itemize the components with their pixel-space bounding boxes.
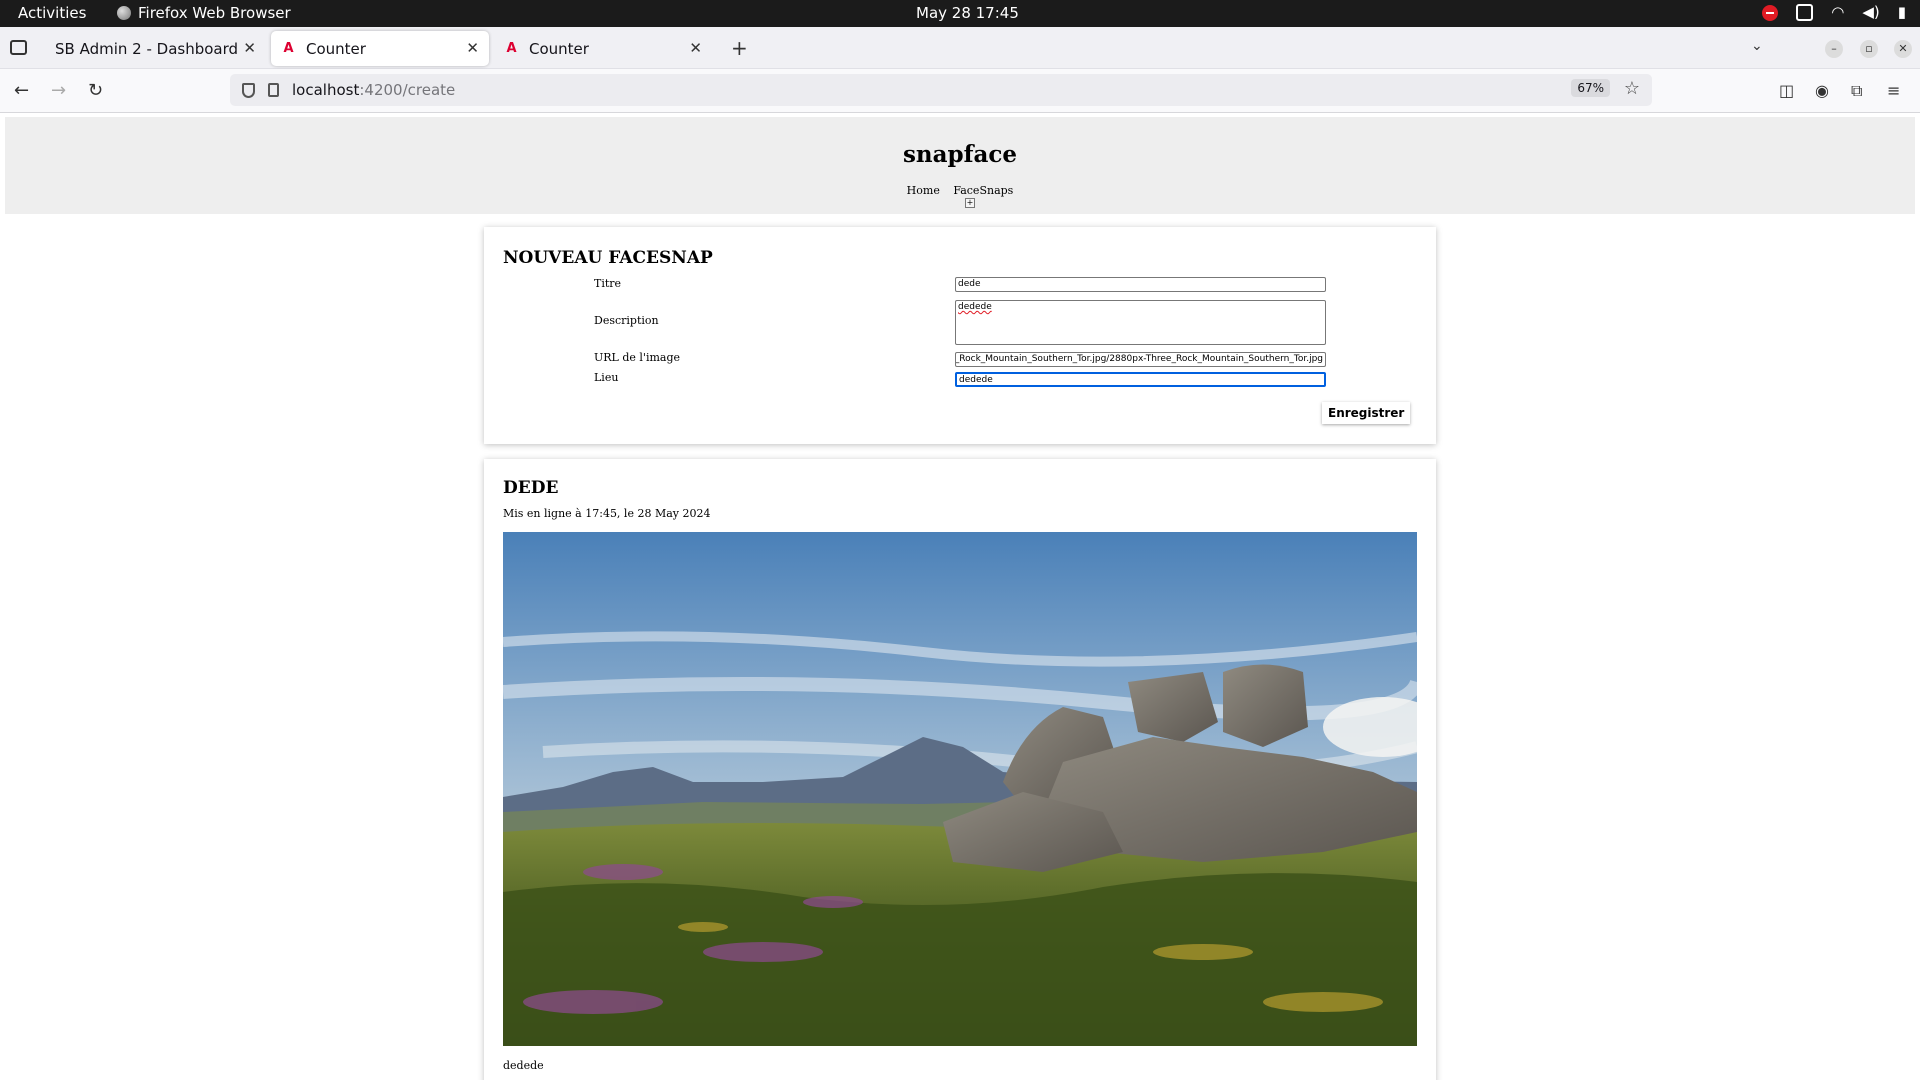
pocket-icon[interactable]: ◫ — [1779, 81, 1794, 100]
facesnap-preview-card: DEDE Mis en ligne à 17:45, le 28 May 202… — [484, 459, 1436, 1080]
firefox-icon — [117, 6, 131, 20]
list-all-tabs-icon[interactable]: ⌄ — [1751, 38, 1763, 54]
app-name: Firefox Web Browser — [138, 4, 291, 22]
save-button[interactable]: Enregistrer — [1322, 402, 1411, 424]
url-path: :4200/create — [359, 81, 456, 99]
new-tab-icon[interactable]: + — [731, 36, 748, 60]
image-url-value: /Three_Rock_Mountain_Southern_Tor.jpg/28… — [955, 354, 1323, 364]
volume-icon[interactable]: ◀) — [1862, 4, 1879, 21]
extensions-icon[interactable]: ⧉ — [1851, 81, 1862, 101]
back-icon[interactable]: ← — [14, 80, 29, 101]
description-label: Description — [594, 314, 659, 327]
site-header: snapface Home FaceSnaps + — [5, 117, 1915, 214]
activities-button[interactable]: Activities — [18, 4, 86, 22]
minimize-icon[interactable]: – — [1825, 40, 1843, 58]
new-facesnap-form: NOUVEAU FACESNAP Titre dede Description … — [484, 227, 1436, 444]
navigation-toolbar: ← → ↻ localhost :4200/create 67% ☆ ◫ ◉ ⧉… — [0, 69, 1920, 113]
account-icon[interactable]: ◉ — [1815, 81, 1829, 100]
do-not-disturb-icon[interactable] — [1762, 4, 1779, 21]
system-top-bar: Activities Firefox Web Browser May 28 17… — [0, 0, 1920, 27]
close-tab-icon[interactable]: ✕ — [243, 39, 256, 57]
close-window-icon[interactable]: ✕ — [1894, 40, 1912, 58]
tab-counter-active[interactable]: A Counter ✕ — [271, 31, 489, 66]
angular-icon: A — [506, 41, 517, 56]
lieu-input[interactable]: dedede — [955, 372, 1326, 387]
titre-label: Titre — [594, 277, 622, 290]
menu-icon[interactable]: ≡ — [1887, 81, 1900, 100]
facesnap-title: DEDE — [503, 478, 559, 498]
close-tab-icon[interactable]: ✕ — [466, 39, 479, 57]
bookmark-star-icon[interactable]: ☆ — [1624, 78, 1640, 99]
zoom-indicator[interactable]: 67% — [1571, 79, 1610, 97]
nav-link-facesnaps[interactable]: FaceSnaps — [953, 184, 1013, 197]
site-title: snapface — [902, 141, 1018, 168]
tracking-protection-icon[interactable] — [242, 82, 255, 98]
firefox-view-icon[interactable] — [10, 40, 27, 55]
tab-label: Counter — [529, 39, 589, 58]
url-host: localhost — [292, 81, 360, 99]
facesnap-image — [503, 532, 1417, 1046]
description-value: dedede — [958, 302, 992, 312]
description-textarea[interactable]: dedede — [955, 300, 1326, 345]
tab-sb-admin[interactable]: SB Admin 2 - Dashboard ✕ — [40, 31, 266, 66]
tab-label: Counter — [306, 39, 366, 58]
app-menu[interactable]: Firefox Web Browser — [117, 4, 291, 22]
lieu-label: Lieu — [594, 371, 619, 384]
screen-share-icon[interactable] — [1796, 4, 1814, 21]
forward-icon[interactable]: → — [51, 80, 66, 101]
add-facesnap-button[interactable]: + — [965, 198, 975, 208]
maximize-icon[interactable]: ▫ — [1860, 40, 1878, 58]
url-bar[interactable]: localhost :4200/create 67% ☆ — [230, 74, 1652, 106]
image-url-label: URL de l'image — [594, 351, 681, 364]
tab-strip: SB Admin 2 - Dashboard ✕ A Counter ✕ A C… — [0, 27, 1920, 69]
close-tab-icon[interactable]: ✕ — [689, 39, 702, 57]
wifi-icon[interactable]: ◠ — [1831, 4, 1844, 21]
tab-counter[interactable]: A Counter ✕ — [494, 31, 712, 66]
facesnap-date: Mis en ligne à 17:45, le 28 May 2024 — [503, 507, 711, 520]
tab-label: SB Admin 2 - Dashboard — [55, 39, 239, 58]
battery-icon[interactable]: ▮ — [1898, 4, 1906, 21]
form-heading: NOUVEAU FACESNAP — [503, 248, 713, 268]
page-content: snapface Home FaceSnaps + NOUVEAU FACESN… — [0, 113, 1920, 1080]
image-url-input[interactable]: /Three_Rock_Mountain_Southern_Tor.jpg/28… — [955, 352, 1326, 367]
facesnap-description: dedede — [503, 1059, 544, 1072]
nav-link-home[interactable]: Home — [907, 184, 940, 197]
site-nav: Home FaceSnaps + — [5, 184, 1915, 208]
reload-icon[interactable]: ↻ — [88, 80, 103, 101]
clock[interactable]: May 28 17:45 — [916, 4, 1019, 22]
angular-icon: A — [283, 41, 294, 56]
system-tray[interactable]: ◠ ◀) ▮ — [1762, 4, 1906, 21]
titre-input[interactable]: dede — [955, 277, 1326, 292]
page-info-icon[interactable] — [268, 83, 279, 97]
